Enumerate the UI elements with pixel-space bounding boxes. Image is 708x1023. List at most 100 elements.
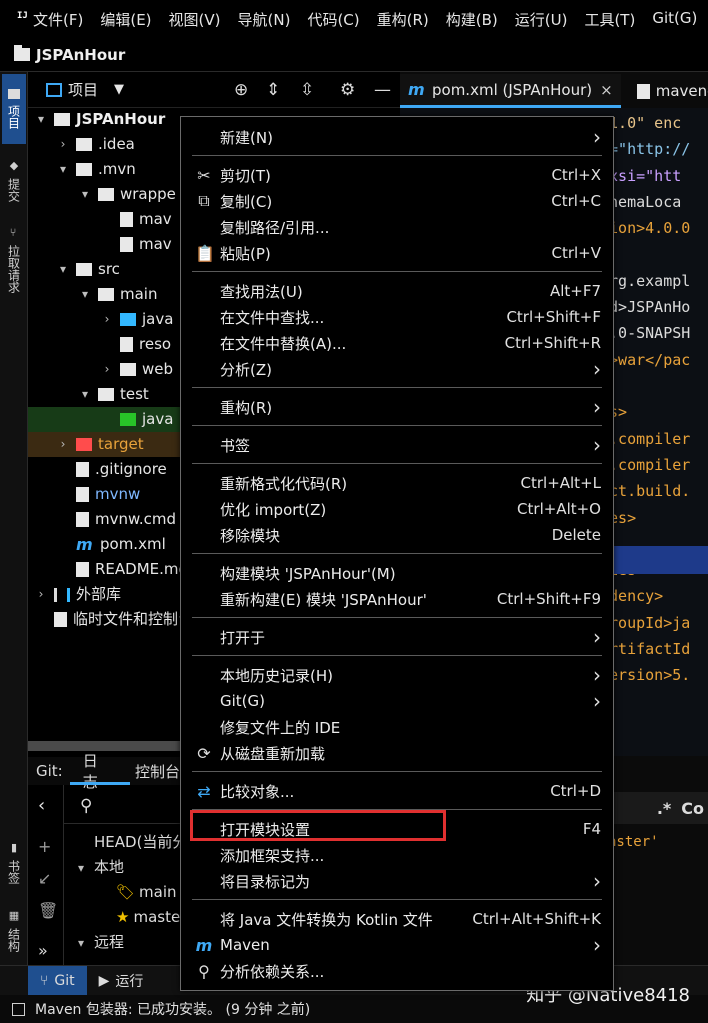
tab-console[interactable]: 控制台 [135,761,180,782]
tree-item[interactable]: m pom.xml [56,532,166,557]
context-menu-item[interactable]: 新建(N) › [181,124,613,150]
tool-tab-run[interactable]: ▶ 运行 [87,966,156,996]
menu-item[interactable]: 编辑(E) [91,9,159,30]
chevron-right-icon[interactable]: › [100,307,114,332]
plus-icon[interactable]: + [38,837,51,856]
back-arrow-icon[interactable]: ‹ [38,795,45,816]
git-branch-search[interactable]: ⚲ [64,790,180,824]
tool-tab-bookmarks[interactable]: ▮ 书签 [2,832,26,892]
tree-item[interactable]: › target [28,432,180,457]
menu-item[interactable]: 工具(T) [575,9,643,30]
context-menu-item[interactable]: ⇄ 比较对象... Ctrl+D [181,778,613,804]
context-menu-item[interactable]: 修复文件上的 IDE [181,714,613,740]
tree-item[interactable]: ▾ JSPAnHour [34,107,165,132]
tree-item[interactable]: mvnw.cmd [56,507,176,532]
menu-item[interactable]: 代码(C) [298,9,367,30]
tool-tab-commit[interactable]: ◆ 提交 [2,150,26,210]
minimize-icon[interactable]: — [374,80,391,100]
tree-item[interactable]: java [28,407,180,432]
status-message[interactable]: Maven 包装器: 已成功安装。 (9 分钟 之前) [35,999,310,1019]
tree-item[interactable]: README.md [56,557,188,582]
project-panel-title[interactable]: 项目 [68,79,98,100]
tree-item[interactable]: 临时文件和控制台 [34,607,193,632]
git-branch-item[interactable]: ▾ 远程 [74,930,124,955]
tree-item[interactable]: ▾ src [56,257,120,282]
context-menu-item[interactable]: 将目录标记为 › [181,868,613,894]
menu-item[interactable]: 导航(N) [229,9,299,30]
tool-tab-git[interactable]: ⑂ Git [28,965,87,996]
more-icon[interactable]: » [38,941,48,960]
gear-icon[interactable]: ⚙ [340,80,355,100]
git-branch-item[interactable]: ★ master [96,905,186,930]
menu-item[interactable]: Git(G) [643,9,705,30]
chevron-right-icon[interactable]: › [56,432,70,457]
context-menu-item[interactable]: 优化 import(Z) Ctrl+Alt+O [181,496,613,522]
regex-icon[interactable]: .* [657,799,671,818]
chevron-down-icon[interactable]: ▾ [56,157,70,182]
menu-item[interactable]: 视图(V) [160,9,229,30]
context-menu-item[interactable]: ⧉ 复制(C) Ctrl+C [181,188,613,214]
context-menu-item[interactable]: m Maven › [181,932,613,958]
tree-item[interactable]: › java [100,307,174,332]
expand-all-icon[interactable]: ⇕ [266,80,280,100]
context-menu-item[interactable]: 复制路径/引用... [181,214,613,240]
chevron-down-icon[interactable]: ▾ [74,931,88,956]
menu-item[interactable]: 重构(R) [368,9,437,30]
tool-tab-pull-requests[interactable]: ⑂ 拉取请求 [2,220,26,300]
context-menu-item[interactable]: 查找用法(U) Alt+F7 [181,278,613,304]
tree-item[interactable]: › 外部库 [34,582,121,607]
tree-item[interactable]: .gitignore [56,457,167,482]
editor-tab-maven[interactable]: maven- [621,74,708,108]
context-menu-item[interactable]: 分析(Z) › [181,356,613,382]
menu-item[interactable]: 运行(U) [506,9,576,30]
context-menu-item[interactable]: ⟳ 从磁盘重新加载 [181,740,613,766]
context-menu-item[interactable]: 构建模块 'JSPAnHour'(M) [181,560,613,586]
context-menu-item[interactable]: ⚲ 分析依赖关系... [181,958,613,984]
tree-item[interactable]: ▾ test [78,382,149,407]
chevron-right-icon[interactable]: › [34,582,48,607]
chevron-down-icon[interactable]: ▾ [56,257,70,282]
context-menu-item[interactable]: 在文件中查找... Ctrl+Shift+F [181,304,613,330]
chevron-down-icon[interactable]: ▾ [74,856,88,881]
menu-item[interactable]: 构建(B) [437,9,506,30]
context-menu-item[interactable]: Git(G) › [181,688,613,714]
chevron-down-icon[interactable]: ▾ [78,182,92,207]
context-menu-item[interactable]: 本地历史记录(H) › [181,662,613,688]
git-branch-item[interactable]: 🏷 main [96,880,177,905]
checkout-arrow-icon[interactable]: ↙ [38,869,51,888]
context-menu-item[interactable]: 将 Java 文件转换为 Kotlin 文件 Ctrl+Alt+Shift+K [181,906,613,932]
context-menu-item[interactable]: 重构(R) › [181,394,613,420]
locate-icon[interactable]: ⊕ [234,80,248,100]
editor-tab-pom[interactable]: m pom.xml (JSPAnHour) × [400,74,621,108]
tree-item[interactable]: › .idea [56,132,135,157]
chevron-down-icon[interactable]: ▼ [114,82,124,97]
tree-item[interactable]: ▾ wrappe [78,182,176,207]
tree-item[interactable]: mav [100,232,172,257]
collapse-all-icon[interactable]: ⇳ [300,80,314,100]
tree-item[interactable]: mav [100,207,172,232]
context-menu-item[interactable]: ✂ 剪切(T) Ctrl+X [181,162,613,188]
chevron-down-icon[interactable]: ▾ [78,382,92,407]
tool-tab-project[interactable]: 项目 [2,74,26,144]
toggle-tool-windows-icon[interactable] [12,1002,25,1016]
tree-item[interactable]: › web [100,357,173,382]
context-menu-item[interactable]: 在文件中替换(A)... Ctrl+Shift+R [181,330,613,356]
context-menu-item[interactable]: 添加框架支持... [181,842,613,868]
tree-item[interactable]: mvnw [56,482,140,507]
chevron-right-icon[interactable]: › [56,132,70,157]
chevron-down-icon[interactable]: ▾ [78,282,92,307]
tree-item[interactable]: reso [100,332,171,357]
context-menu-item[interactable]: 移除模块 Delete [181,522,613,548]
git-branch-item[interactable]: ▾ 本地 [74,855,124,880]
close-icon[interactable]: × [600,81,613,99]
tree-item[interactable]: ▾ main [78,282,158,307]
tool-tab-structure[interactable]: ▦ 结构 [2,900,26,960]
tab-log[interactable]: 日志 [83,750,105,792]
trash-icon[interactable]: 🗑 [38,901,58,920]
context-menu-item[interactable]: 重新构建(E) 模块 'JSPAnHour' Ctrl+Shift+F9 [181,586,613,612]
context-menu-item[interactable]: 📋 粘贴(P) Ctrl+V [181,240,613,266]
context-menu-item[interactable]: 打开于 › [181,624,613,650]
chevron-right-icon[interactable]: › [100,357,114,382]
context-menu-item[interactable]: 重新格式化代码(R) Ctrl+Alt+L [181,470,613,496]
chevron-down-icon[interactable]: ▾ [34,107,48,132]
